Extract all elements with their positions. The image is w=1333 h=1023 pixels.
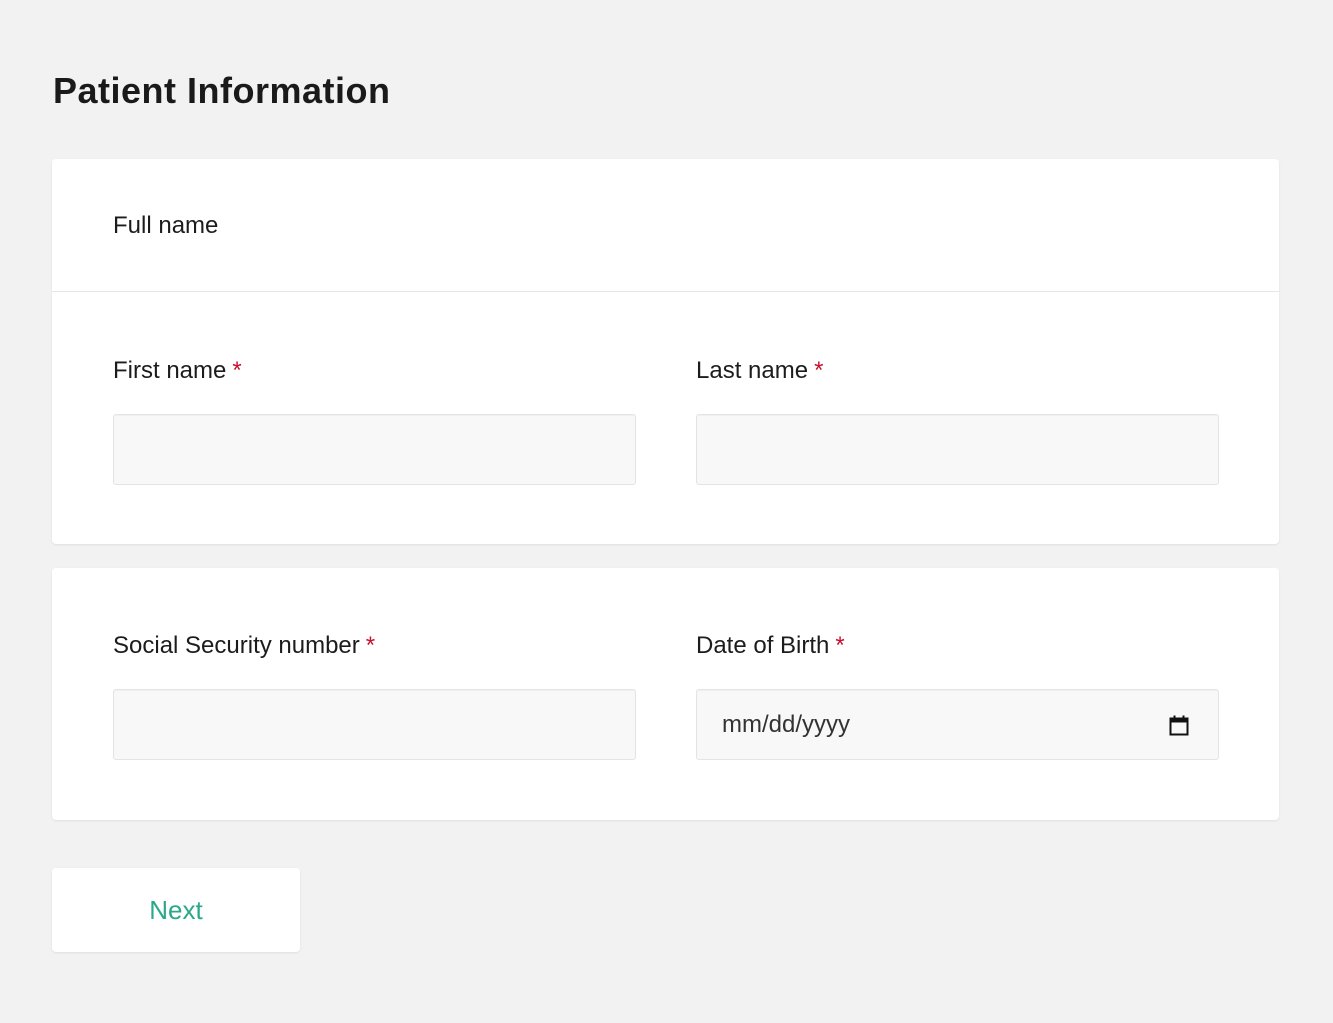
last-name-label-text: Last name bbox=[696, 357, 809, 384]
full-name-section-title: Full name bbox=[113, 212, 219, 239]
required-asterisk: * bbox=[835, 632, 845, 659]
ssn-input[interactable] bbox=[113, 689, 636, 760]
ssn-field: Social Security number * bbox=[113, 631, 636, 760]
first-name-field: First name * bbox=[113, 356, 636, 485]
next-button[interactable]: Next bbox=[52, 868, 300, 952]
dob-field: Date of Birth * mm/dd/yyyy bbox=[696, 631, 1219, 760]
required-asterisk: * bbox=[814, 357, 824, 384]
calendar-icon[interactable] bbox=[1169, 715, 1189, 736]
first-name-label-text: First name bbox=[113, 357, 227, 384]
page-title: Patient Information bbox=[53, 70, 391, 111]
dob-label-text: Date of Birth bbox=[696, 632, 830, 659]
required-asterisk: * bbox=[365, 632, 376, 659]
last-name-field: Last name * bbox=[696, 356, 1219, 485]
ssn-label: Social Security number * bbox=[113, 631, 636, 661]
patient-information-page: Patient Information Full name First name… bbox=[0, 0, 1333, 1023]
dob-input[interactable]: mm/dd/yyyy bbox=[696, 689, 1219, 760]
dob-placeholder: mm/dd/yyyy bbox=[722, 711, 851, 738]
full-name-card: Full name First name * Last name * bbox=[52, 159, 1279, 544]
full-name-section-header: Full name bbox=[52, 159, 1279, 292]
ssn-label-text: Social Security number bbox=[113, 632, 360, 659]
last-name-label: Last name * bbox=[696, 356, 1219, 386]
identity-card: Social Security number * Date of Birth * m… bbox=[52, 568, 1279, 820]
required-asterisk: * bbox=[232, 357, 242, 384]
last-name-input[interactable] bbox=[696, 414, 1219, 485]
first-name-input[interactable] bbox=[113, 414, 636, 485]
dob-label: Date of Birth * bbox=[696, 631, 1219, 661]
first-name-label: First name * bbox=[113, 356, 636, 386]
